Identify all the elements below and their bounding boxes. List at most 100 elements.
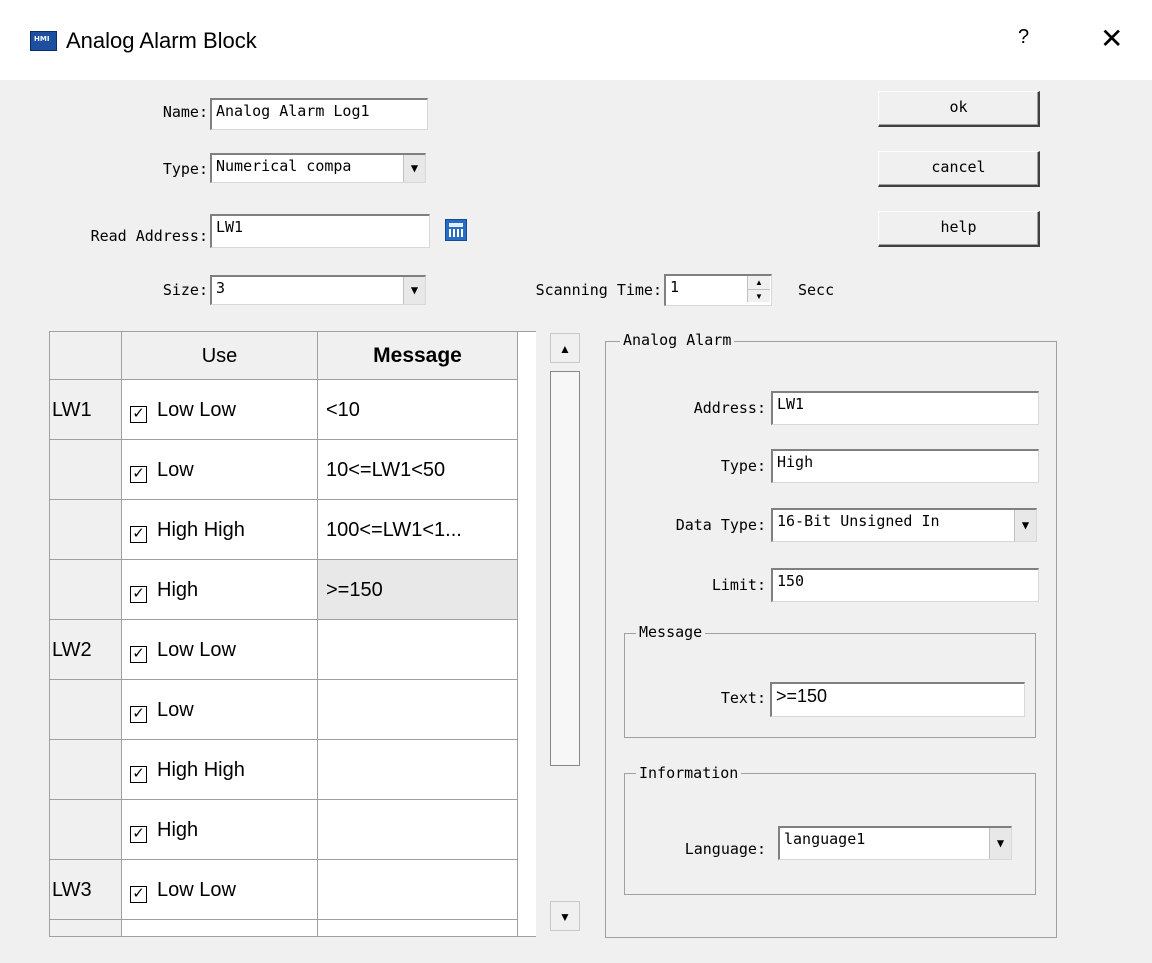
use-checkbox[interactable]: ✓ [130,826,147,843]
grid-message-cell[interactable]: 10<=LW1<50 [318,440,518,500]
grid-corner-header [50,332,122,380]
use-label: Low Low [157,879,236,901]
chevron-down-icon[interactable]: ▼ [989,828,1011,859]
help-button[interactable]: help [878,211,1040,247]
spin-down-icon[interactable]: ▼ [748,290,770,303]
message-group-title: Message [636,623,706,641]
data-type-value: 16-Bit Unsigned In [777,512,940,530]
analog-alarm-group-title: Analog Alarm [620,331,735,349]
type-select[interactable]: Numerical compa ▼ [210,153,426,183]
name-label: Name: [162,103,208,121]
chevron-down-icon[interactable]: ▼ [403,277,425,304]
use-checkbox[interactable]: ✓ [130,526,147,543]
use-label: Low [157,459,194,481]
name-input[interactable]: Analog Alarm Log1 [210,98,428,130]
language-value: language1 [784,830,866,848]
message-text-input[interactable]: >=150 [770,682,1025,717]
grid-row-header [50,740,122,800]
grid-use-cell[interactable]: ✓ Low Low [122,620,318,680]
grid-use-cell[interactable]: ✓ High High [122,500,318,560]
limit-label: Limit: [711,576,766,594]
grid-row-header [50,800,122,860]
size-select[interactable]: 3 ▼ [210,275,426,305]
grid-row-header: LW3 [50,860,122,920]
scroll-thumb[interactable] [550,371,580,766]
scroll-down-icon[interactable]: ▼ [550,901,580,931]
scanning-time-unit: Secc [798,281,835,299]
text-label: Text: [720,689,766,707]
spin-up-icon[interactable]: ▲ [748,276,770,290]
grid-use-cell[interactable]: ✓ Low Low [122,380,318,440]
grid-message-cell[interactable] [318,800,518,860]
use-label: High [157,819,199,841]
limit-input[interactable]: 150 [771,568,1039,602]
calculator-icon[interactable] [445,219,467,241]
size-select-value: 3 [216,279,226,297]
use-checkbox[interactable]: ✓ [130,766,147,783]
type-select-value: Numerical compa [216,157,352,175]
language-select[interactable]: language1 ▼ [778,826,1012,860]
use-label: High High [157,759,245,781]
cancel-button[interactable]: cancel [878,151,1040,187]
grid-use-cell[interactable]: ✓ Low Low [122,860,318,920]
grid-row-header: LW2 [50,620,122,680]
grid-use-cell[interactable]: ✓ High High [122,740,318,800]
data-type-select[interactable]: 16-Bit Unsigned In ▼ [771,508,1037,542]
type-label: Type: [162,160,208,178]
address-input[interactable]: LW1 [771,391,1039,425]
grid-message-cell[interactable] [318,740,518,800]
use-label: High High [157,519,245,541]
grid-message-cell[interactable] [318,680,518,740]
grid-use-cell[interactable]: ✓ Low [122,440,318,500]
window-title: Analog Alarm Block [66,28,257,53]
grid-use-cell[interactable]: ✓L [122,920,318,936]
information-group-title: Information [636,764,742,782]
grid-header-message[interactable]: Message [318,332,518,380]
chevron-down-icon[interactable]: ▼ [1014,510,1036,541]
grid-message-cell[interactable]: 100<=LW1<1... [318,500,518,560]
alarm-grid[interactable]: Use Message LW1 ✓ Low Low <10 ✓ Low 10<=LW1<50… [49,331,586,937]
use-label: Low Low [157,639,236,661]
scroll-up-icon[interactable]: ▲ [550,333,580,363]
grid-use-cell[interactable]: ✓ High [122,560,318,620]
language-label: Language: [684,840,766,858]
grid-header-use[interactable]: Use [122,332,318,380]
scanning-time-spinner[interactable]: ▲ ▼ [747,276,770,302]
use-checkbox[interactable]: ✓ [130,706,147,723]
alarm-type-label: Type: [720,457,766,475]
grid-row-header [50,500,122,560]
use-checkbox[interactable]: ✓ [130,466,147,483]
use-checkbox[interactable]: ✓ [130,586,147,603]
use-label: High [157,579,199,601]
grid-message-cell[interactable] [318,620,518,680]
grid-message-cell[interactable]: >=150 [318,560,518,620]
grid-row-header [50,680,122,740]
ok-button[interactable]: ok [878,91,1040,127]
use-checkbox[interactable]: ✓ [130,646,147,663]
title-bar: HMI Analog Alarm Block ? ✕ [0,0,1152,80]
use-checkbox[interactable]: ✓ [130,406,147,423]
help-icon[interactable]: ? [1018,26,1029,49]
grid-row-header [50,440,122,500]
grid-row-header: LW1 [50,380,122,440]
grid-row-header [50,560,122,620]
use-checkbox[interactable]: ✓ [130,886,147,903]
grid-use-cell[interactable]: ✓ Low [122,680,318,740]
read-address-label: Read Address: [90,227,208,245]
hmi-app-icon: HMI [30,31,57,51]
use-label: Low [157,699,194,721]
grid-message-cell[interactable] [318,920,518,936]
grid-scrollbar[interactable]: ▲ ▼ [536,331,586,937]
close-icon[interactable]: ✕ [1100,22,1123,55]
grid-message-cell[interactable] [318,860,518,920]
alarm-type-input[interactable]: High [771,449,1039,483]
read-address-input[interactable]: LW1 [210,214,430,248]
address-label: Address: [693,399,766,417]
size-label: Size: [162,281,208,299]
grid-message-cell[interactable]: <10 [318,380,518,440]
scanning-time-value: 1 [670,278,680,296]
grid-use-cell[interactable]: ✓ High [122,800,318,860]
chevron-down-icon[interactable]: ▼ [403,155,425,182]
scanning-time-label: Scanning Time: [535,281,662,299]
grid-row-header [50,920,122,936]
